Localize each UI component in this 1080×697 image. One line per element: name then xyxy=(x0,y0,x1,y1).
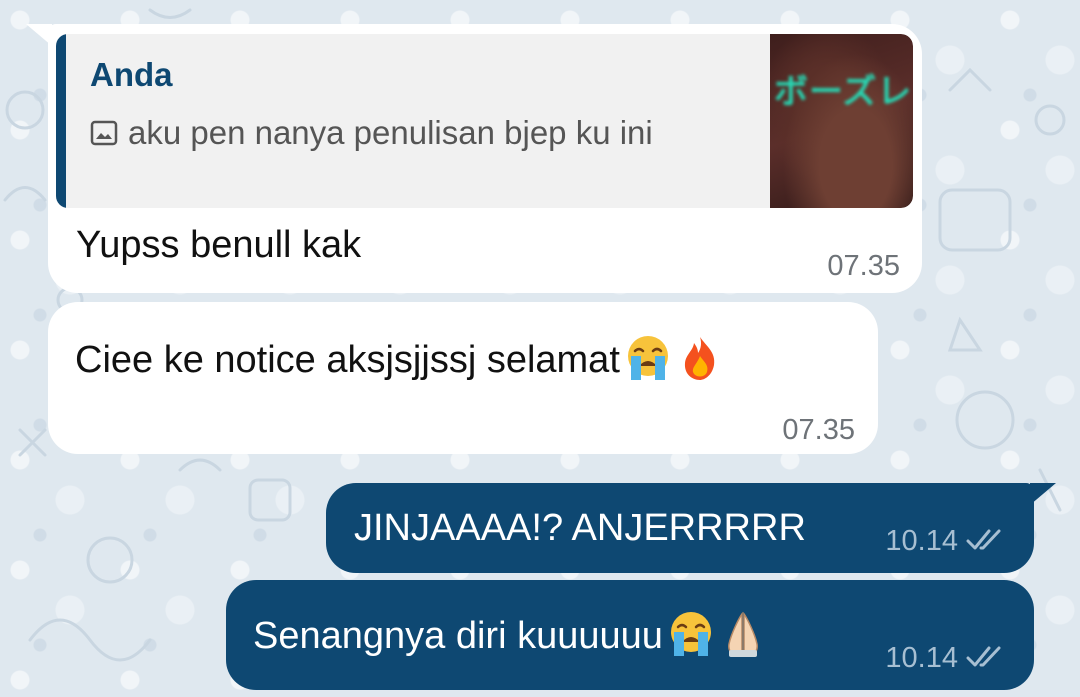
message-bubble-incoming[interactable]: Ciee ke notice aksjsjjssj selamat 07.35 xyxy=(48,302,878,454)
message-text: Senangnya diri kuuuuuu xyxy=(253,615,663,657)
folded-hands-icon xyxy=(727,611,758,657)
message-time: 07.35 xyxy=(782,414,855,446)
message-status: 10.14 xyxy=(885,525,1006,558)
fire-icon xyxy=(684,337,715,380)
double-check-icon xyxy=(966,529,1001,550)
bubble-tail xyxy=(26,24,52,46)
message-text: Ciee ke notice aksjsjjssj selamat xyxy=(75,339,620,381)
message-status: 10.14 xyxy=(885,642,1006,675)
loudly-crying-face-icon xyxy=(627,336,668,380)
reply-accent-bar xyxy=(56,34,66,208)
reply-thumbnail[interactable]: ボーズレ xyxy=(770,34,913,208)
reply-sender-name: Anda xyxy=(90,56,173,93)
message-text: Yupss benull kak xyxy=(76,224,362,266)
message-bubble-outgoing[interactable]: Senangnya diri kuuuuuu 10.14 xyxy=(226,580,1034,690)
message-bubble-incoming[interactable]: Anda aku pen nanya penulisan bjep ku ini… xyxy=(26,24,922,293)
double-check-icon xyxy=(966,646,1001,667)
message-time: 07.35 xyxy=(827,250,900,282)
message-bubble-outgoing[interactable]: JINJAAAA!? ANJERRRRR 10.14 xyxy=(326,483,1056,573)
bubble-tail xyxy=(1030,483,1056,505)
message-text: JINJAAAA!? ANJERRRRR xyxy=(354,507,806,549)
loudly-crying-face-icon xyxy=(670,612,711,656)
reply-quote[interactable]: Anda aku pen nanya penulisan bjep ku ini… xyxy=(56,34,913,208)
photo-icon xyxy=(90,120,118,146)
message-time: 10.14 xyxy=(885,642,958,674)
message-content: Ciee ke notice aksjsjjssj selamat xyxy=(75,334,724,382)
thumbnail-caption: ボーズレ xyxy=(774,73,913,111)
reply-preview: aku pen nanya penulisan bjep ku ini xyxy=(90,110,730,155)
message-time: 10.14 xyxy=(885,525,958,557)
reply-preview-text: aku pen nanya penulisan bjep ku ini xyxy=(128,114,653,151)
message-content: Senangnya diri kuuuuuu xyxy=(253,610,767,658)
